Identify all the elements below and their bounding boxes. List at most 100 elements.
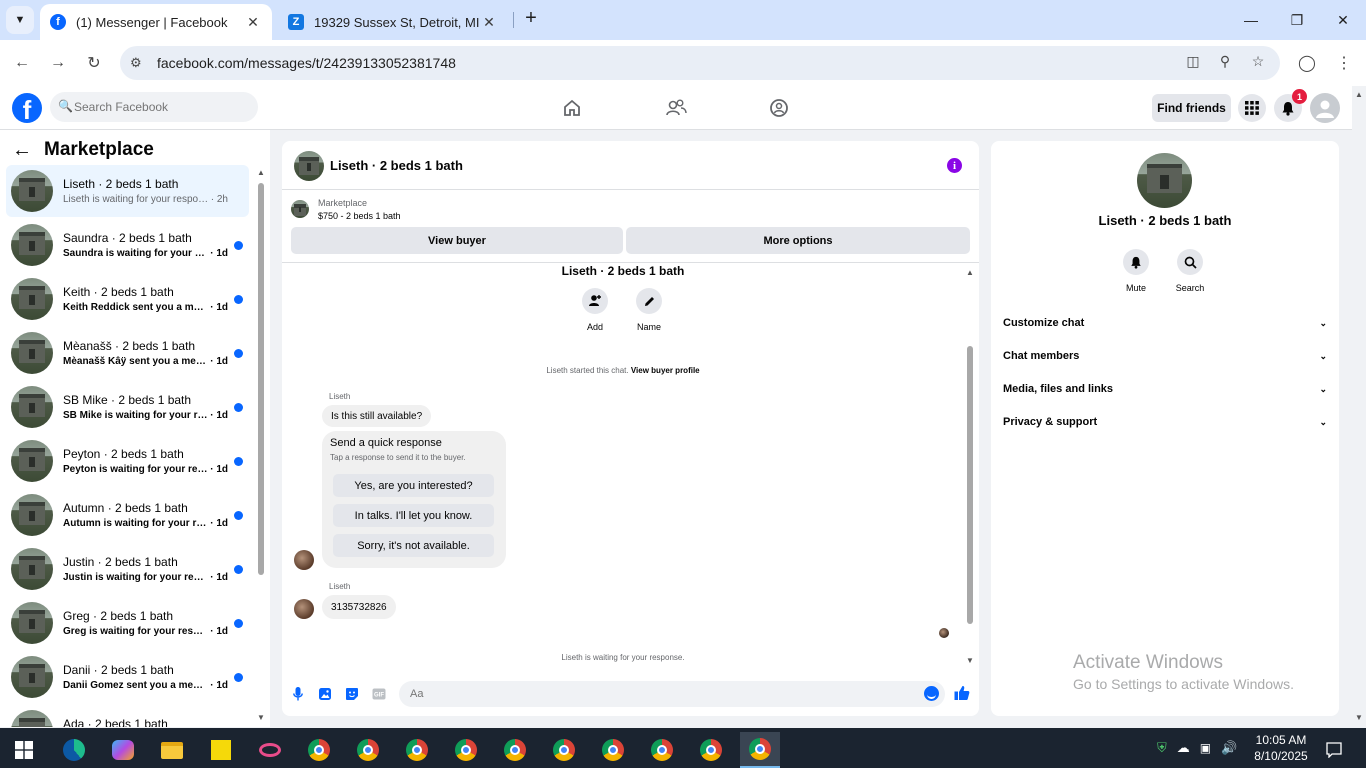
chrome-profile-icon[interactable] bbox=[593, 732, 633, 768]
menu-grid-icon[interactable] bbox=[1238, 94, 1266, 122]
minimize-window-icon[interactable]: — bbox=[1228, 0, 1274, 40]
attach-photo-icon[interactable] bbox=[317, 686, 333, 702]
facebook-search[interactable]: 🔍 bbox=[50, 92, 258, 122]
scroll-down-arrow-icon[interactable]: ▼ bbox=[965, 656, 975, 665]
conversation-info-icon[interactable]: i bbox=[947, 158, 962, 173]
security-shield-icon[interactable]: ⛨ bbox=[1157, 740, 1167, 756]
chrome-active-icon[interactable] bbox=[740, 732, 780, 768]
notification-center-icon[interactable] bbox=[1316, 732, 1352, 768]
scrollbar-thumb[interactable] bbox=[967, 346, 973, 624]
restore-window-icon[interactable]: ❐ bbox=[1274, 0, 1320, 40]
name-chat-button[interactable]: Name bbox=[629, 288, 669, 332]
conversation-item[interactable]: Danii · 2 beds 1 bath Danii Gomez sent yo… bbox=[6, 651, 249, 703]
onedrive-cloud-icon[interactable]: ☁ bbox=[1177, 740, 1190, 756]
profile-icon[interactable]: ◯ bbox=[1295, 51, 1319, 75]
find-friends-button[interactable]: Find friends bbox=[1152, 94, 1231, 122]
groups-icon[interactable] bbox=[765, 94, 793, 122]
search-in-chat-button[interactable]: Search bbox=[1168, 249, 1212, 293]
url-text[interactable]: facebook.com/messages/t/2423913305238174… bbox=[157, 55, 456, 71]
chrome-profile-icon[interactable] bbox=[691, 732, 731, 768]
view-buyer-button[interactable]: View buyer bbox=[291, 227, 623, 254]
account-avatar[interactable] bbox=[1310, 93, 1340, 123]
zoom-icon[interactable]: ⚲ bbox=[1215, 53, 1235, 73]
reload-icon[interactable]: ↻ bbox=[82, 51, 106, 75]
conversation-item[interactable]: Keith · 2 beds 1 bath Keith Reddick sent … bbox=[6, 273, 249, 325]
quick-response-option[interactable]: In talks. I'll let you know. bbox=[333, 504, 494, 527]
new-tab-plus-icon[interactable]: + bbox=[520, 8, 542, 30]
chat-members-section[interactable]: Chat members ⌄ bbox=[1003, 345, 1327, 367]
chrome-profile-icon[interactable] bbox=[544, 732, 584, 768]
tab-messenger[interactable]: f (1) Messenger | Facebook ✕ bbox=[40, 4, 272, 40]
close-tab-icon[interactable]: ✕ bbox=[244, 14, 262, 31]
chat-scrollbar[interactable]: ▲ ▼ bbox=[965, 268, 975, 668]
windows-start-icon[interactable] bbox=[4, 732, 44, 768]
scroll-down-arrow-icon[interactable]: ▼ bbox=[256, 713, 266, 722]
sender-avatar[interactable] bbox=[294, 550, 314, 570]
mute-button[interactable]: Mute bbox=[1114, 249, 1158, 293]
page-scrollbar[interactable]: ▲ ▼ bbox=[1352, 86, 1366, 727]
customize-chat-section[interactable]: Customize chat ⌄ bbox=[1003, 312, 1327, 334]
volume-icon[interactable]: 🔊 bbox=[1221, 740, 1237, 756]
home-icon[interactable] bbox=[558, 94, 586, 122]
sticker-icon[interactable] bbox=[344, 686, 360, 702]
listing-thumbnail[interactable] bbox=[291, 200, 309, 218]
emoji-icon[interactable] bbox=[924, 686, 939, 701]
edge-browser-icon[interactable] bbox=[54, 732, 94, 768]
chrome-profile-icon[interactable] bbox=[348, 732, 388, 768]
search-input[interactable] bbox=[74, 97, 244, 117]
privacy-support-section[interactable]: Privacy & support ⌄ bbox=[1003, 411, 1327, 433]
quick-response-option[interactable]: Yes, are you interested? bbox=[333, 474, 494, 497]
tab-search-chevron-icon[interactable]: ▼ bbox=[6, 6, 34, 34]
conversation-item[interactable]: Autumn · 2 beds 1 bath Autumn is waiting … bbox=[6, 489, 249, 541]
scrollbar-thumb[interactable] bbox=[258, 183, 264, 575]
file-explorer-icon[interactable] bbox=[152, 732, 192, 768]
scroll-up-arrow-icon[interactable]: ▲ bbox=[256, 168, 266, 177]
scroll-up-arrow-icon[interactable]: ▲ bbox=[1352, 90, 1366, 99]
bookmark-star-icon[interactable]: ☆ bbox=[1248, 53, 1268, 73]
conversation-item[interactable]: Saundra · 2 beds 1 bath Saundra is waitin… bbox=[6, 219, 249, 271]
sender-avatar[interactable] bbox=[294, 599, 314, 619]
add-people-button[interactable]: Add bbox=[575, 288, 615, 332]
conversation-item[interactable]: Liseth · 2 beds 1 bath Liseth is waiting … bbox=[6, 165, 249, 217]
voice-clip-icon[interactable] bbox=[290, 686, 306, 702]
message-input[interactable] bbox=[399, 681, 945, 707]
site-settings-icon[interactable]: ⚙ bbox=[130, 55, 142, 71]
sticky-notes-icon[interactable] bbox=[201, 732, 241, 768]
forward-arrow-icon[interactable]: → bbox=[46, 51, 70, 75]
snipping-tool-icon[interactable] bbox=[250, 732, 290, 768]
like-thumbs-up-icon[interactable] bbox=[954, 685, 970, 701]
more-options-button[interactable]: More options bbox=[626, 227, 970, 254]
conversation-item[interactable]: Justin · 2 beds 1 bath Justin is waiting … bbox=[6, 543, 249, 595]
scroll-up-arrow-icon[interactable]: ▲ bbox=[965, 268, 975, 277]
back-arrow-icon[interactable]: ← bbox=[10, 51, 34, 75]
conversation-avatar[interactable] bbox=[1137, 153, 1192, 208]
friends-icon[interactable] bbox=[662, 94, 690, 122]
tab-zillow[interactable]: Z 19329 Sussex St, Detroit, MI 48… ✕ bbox=[278, 4, 508, 40]
close-window-icon[interactable]: ✕ bbox=[1320, 0, 1366, 40]
gif-icon[interactable]: GIF bbox=[371, 686, 387, 702]
view-buyer-profile-link[interactable]: View buyer profile bbox=[631, 366, 700, 375]
sidebar-scrollbar[interactable]: ▲ ▼ bbox=[256, 168, 266, 723]
conversation-item[interactable]: Peyton · 2 beds 1 bath Peyton is waiting … bbox=[6, 435, 249, 487]
conversation-item[interactable]: Ada · 2 beds 1 bath bbox=[6, 705, 249, 727]
chat-avatar[interactable] bbox=[294, 151, 324, 181]
scroll-down-arrow-icon[interactable]: ▼ bbox=[1352, 713, 1366, 722]
conversation-item[interactable]: SB Mike · 2 beds 1 bath SB Mike is waitin… bbox=[6, 381, 249, 433]
chrome-profile-icon[interactable] bbox=[397, 732, 437, 768]
chat-title[interactable]: Liseth · 2 beds 1 bath bbox=[330, 158, 463, 173]
media-files-links-section[interactable]: Media, files and links ⌄ bbox=[1003, 378, 1327, 400]
chrome-profile-icon[interactable] bbox=[299, 732, 339, 768]
network-icon[interactable]: ▣ bbox=[1200, 741, 1211, 755]
conversation-item[interactable]: Greg · 2 beds 1 bath Greg is waiting for … bbox=[6, 597, 249, 649]
copilot-icon[interactable] bbox=[103, 732, 143, 768]
conversation-item[interactable]: Mèanašš · 2 beds 1 bath Mèanašš Kâÿ sent … bbox=[6, 327, 249, 379]
facebook-logo-icon[interactable]: f bbox=[12, 93, 42, 125]
chrome-profile-icon[interactable] bbox=[642, 732, 682, 768]
quick-response-option[interactable]: Sorry, it's not available. bbox=[333, 534, 494, 557]
chrome-profile-icon[interactable] bbox=[495, 732, 535, 768]
chrome-profile-icon[interactable] bbox=[446, 732, 486, 768]
install-app-icon[interactable]: ◫ bbox=[1183, 53, 1203, 73]
browser-menu-icon[interactable]: ⋮ bbox=[1332, 51, 1356, 75]
close-tab-icon[interactable]: ✕ bbox=[480, 14, 498, 31]
address-bar[interactable]: ⚙ facebook.com/messages/t/24239133052381… bbox=[120, 46, 1280, 80]
